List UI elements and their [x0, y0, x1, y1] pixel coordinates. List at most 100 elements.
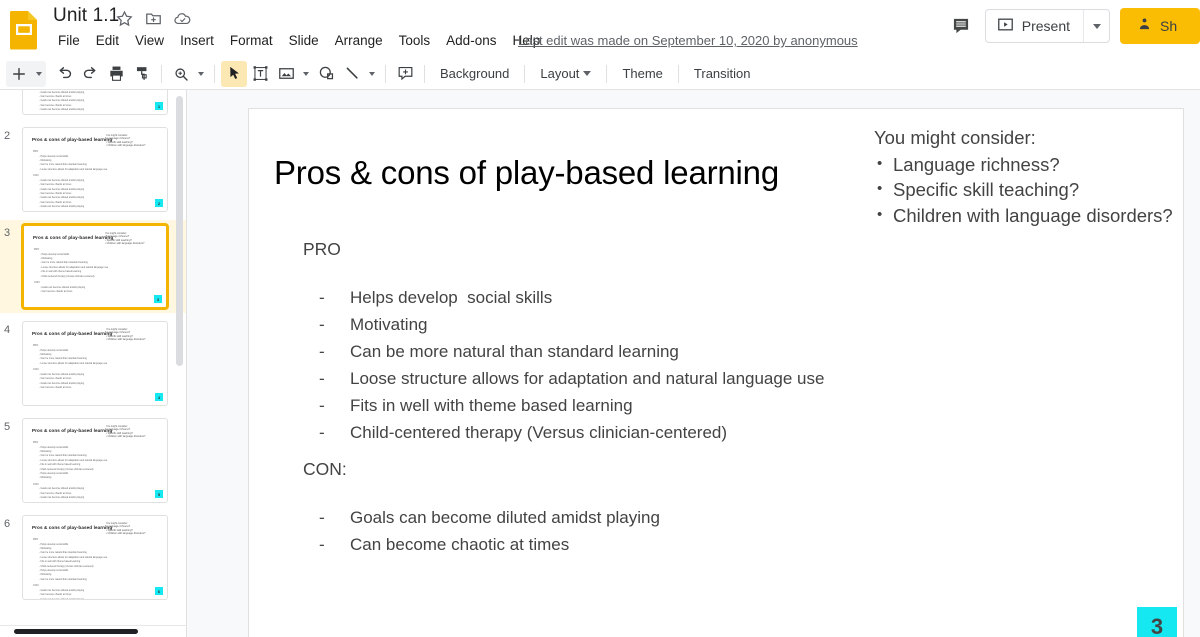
pro-item-text: Helps develop social skills [350, 288, 553, 307]
toolbar-divider [606, 64, 608, 83]
slide-number-badge: 3 [1137, 607, 1177, 637]
slide-thumb-consider: You might consider: • Language richness? •… [106, 425, 146, 439]
consider-textbox[interactable]: You might consider: Language richness? S… [874, 125, 1184, 228]
slide-thumbnail[interactable]: Pros & cons of play-based learningYou mi… [22, 90, 168, 115]
filmstrip-slide-2[interactable]: 2 Pros & cons of play-based learning You m… [0, 123, 186, 216]
toolbar-divider [385, 64, 386, 83]
pro-item: - Child-centered therapy (Versus clinicia… [319, 419, 824, 446]
slide-thumb-body: PRO- Helps develop social skills- Motiva… [33, 150, 108, 209]
con-item-text: Can become chaotic at times [350, 535, 570, 554]
transition-button[interactable]: Transition [685, 62, 760, 85]
filmstrip-slide-3[interactable]: 3 Pros & cons of play-based learning You m… [0, 220, 186, 313]
title-icon-group [115, 9, 192, 28]
slide-thumbnail[interactable]: Pros & cons of play-based learningYou mi… [22, 127, 168, 212]
slide-thumb-title: Pros & cons of play-based learning [32, 525, 113, 530]
insert-line-icon[interactable] [339, 61, 365, 87]
pro-item-text: Loose structure allows for adaptation an… [350, 369, 825, 388]
pro-list[interactable]: - Helps develop social skills - Motivating… [319, 284, 824, 446]
menu-item-view[interactable]: View [127, 31, 172, 50]
slide-thumb-number: 4 [4, 324, 11, 336]
google-slides-logo[interactable] [8, 10, 40, 50]
menu-item-format[interactable]: Format [222, 31, 281, 50]
filmstrip-scrollbar[interactable] [176, 96, 183, 588]
slide-thumb-title: Pros & cons of play-based learning [32, 428, 113, 433]
pro-item-text: Motivating [350, 315, 428, 334]
menu-item-slide[interactable]: Slide [281, 31, 327, 50]
dash-bullet: - [319, 342, 325, 361]
text-box-icon[interactable] [247, 61, 273, 87]
pro-item: - Helps develop social skills [319, 284, 824, 311]
insert-image-icon[interactable] [273, 61, 299, 87]
slide-thumb-body: PRO- Helps develop social skills- Motiva… [34, 248, 109, 293]
toolbar-divider [161, 64, 162, 83]
pro-item: - Can be more natural than standard learn… [319, 338, 824, 365]
con-heading[interactable]: CON: [303, 459, 347, 480]
line-caret[interactable] [365, 61, 379, 87]
share-person-icon [1136, 16, 1153, 36]
consider-item: Specific skill teaching? [874, 176, 1184, 203]
present-dropdown-caret[interactable] [1083, 10, 1109, 42]
undo-icon[interactable] [51, 61, 77, 87]
top-right-actions: Present Sh [941, 6, 1200, 46]
slide-thumb-consider: You might consider: • Language richness? •… [106, 328, 146, 342]
slide-thumbnail[interactable]: Pros & cons of play-based learningYou mi… [22, 418, 168, 503]
slide-thumbnail[interactable]: Pros & cons of play-based learningYou mi… [22, 515, 168, 600]
pro-item: - Loose structure allows for adaptation a… [319, 365, 824, 392]
cloud-saved-icon[interactable] [173, 9, 192, 28]
cursor-arrow-icon[interactable] [221, 60, 247, 87]
slide-filmstrip[interactable]: 1Pros & cons of play-based learningYou m… [0, 90, 187, 637]
image-caret[interactable] [299, 61, 313, 87]
pro-heading[interactable]: PRO [303, 239, 341, 260]
slide-thumb-badge: 6 [155, 587, 163, 595]
con-item: - Can become chaotic at times [319, 531, 660, 558]
star-icon[interactable] [115, 9, 134, 28]
filmstrip-scrollbar-thumb[interactable] [176, 96, 183, 366]
slide-title[interactable]: Pros & cons of play-based learning [274, 154, 779, 192]
slide-thumbnail[interactable]: Pros & cons of play-based learningYou mi… [22, 224, 168, 309]
comment-history-icon[interactable] [941, 6, 981, 46]
new-slide-caret[interactable] [32, 61, 46, 87]
con-list[interactable]: - Goals can become diluted amidst playing… [319, 504, 660, 558]
filmstrip-slide-5[interactable]: 5 Pros & cons of play-based learning You m… [0, 414, 186, 507]
filmstrip-slide-1[interactable]: 1Pros & cons of play-based learningYou m… [0, 90, 186, 119]
slide-thumb-title: Pros & cons of play-based learning [33, 235, 114, 240]
chevron-down-icon [369, 71, 375, 76]
print-icon[interactable] [103, 61, 129, 87]
zoom-magnifier-icon[interactable] [168, 61, 194, 87]
slide-thumb-number: 6 [4, 518, 11, 530]
menu-item-file[interactable]: File [50, 31, 88, 50]
zoom-caret[interactable] [194, 61, 208, 87]
theme-button[interactable]: Theme [613, 62, 671, 85]
menu-item-addons[interactable]: Add-ons [438, 31, 504, 50]
insert-shape-icon[interactable] [313, 61, 339, 87]
filmstrip-hscroll-thumb[interactable] [14, 629, 138, 634]
move-to-folder-icon[interactable] [144, 9, 163, 28]
redo-icon[interactable] [77, 61, 103, 87]
present-button[interactable]: Present [986, 10, 1083, 42]
menu-item-insert[interactable]: Insert [172, 31, 222, 50]
document-title[interactable]: Unit 1.1 [53, 5, 119, 27]
slide-thumb-consider: You might consider: • Language richness? •… [105, 232, 145, 246]
last-edit-link[interactable]: Last edit was made on September 10, 2020… [518, 33, 858, 48]
slide-canvas[interactable]: Pros & cons of play-based learning You m… [248, 108, 1184, 637]
new-slide-group [6, 60, 46, 87]
menu-item-arrange[interactable]: Arrange [327, 31, 391, 50]
slide-thumbnail[interactable]: Pros & cons of play-based learningYou mi… [22, 321, 168, 406]
slide-thumb-badge: 4 [155, 393, 163, 401]
menu-item-edit[interactable]: Edit [88, 31, 127, 50]
menu-item-tools[interactable]: Tools [391, 31, 439, 50]
dash-bullet: - [319, 535, 325, 554]
dash-bullet: - [319, 315, 325, 334]
paint-format-icon[interactable] [129, 61, 155, 87]
con-item: - Goals can become diluted amidst playing [319, 504, 660, 531]
add-comment-icon[interactable] [392, 61, 418, 87]
filmstrip-slide-4[interactable]: 4 Pros & cons of play-based learning You m… [0, 317, 186, 410]
filmstrip-horizontal-scrollbar[interactable] [0, 625, 186, 637]
background-button[interactable]: Background [431, 62, 518, 85]
share-button[interactable]: Sh [1120, 8, 1200, 44]
layout-button[interactable]: Layout [531, 62, 600, 85]
plus-icon[interactable] [6, 61, 32, 87]
filmstrip-slide-6[interactable]: 6 Pros & cons of play-based learning You m… [0, 511, 186, 604]
toolbar-divider [677, 64, 679, 83]
canvas-area[interactable]: Pros & cons of play-based learning You m… [187, 90, 1200, 637]
